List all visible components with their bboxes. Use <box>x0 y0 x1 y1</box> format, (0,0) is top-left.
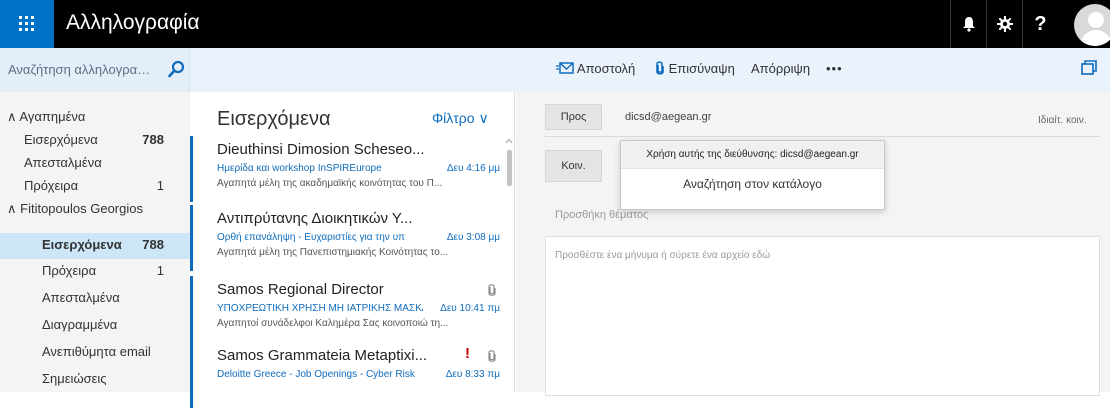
send-button[interactable]: Αποστολή <box>556 61 635 76</box>
message-subject: Deloitte Greece - Job Openings - Cyber R… <box>217 369 415 380</box>
discard-button[interactable]: Απόρριψη <box>751 61 810 76</box>
folder-label: Απεσταλμένα <box>42 290 120 305</box>
unread-indicator <box>190 205 193 271</box>
message-item[interactable]: Dieuthinsi Dimosion Scheseo... Ημερίδα κ… <box>190 136 510 202</box>
attach-label: Επισύναψη <box>668 61 735 76</box>
folder-sent[interactable]: Απεσταλμένα <box>0 287 190 311</box>
message-body-placeholder: Προσθέστε ένα μήνυμα ή σύρετε ένα αρχείο… <box>555 250 771 261</box>
important-icon: ! <box>465 345 470 362</box>
notifications-button[interactable] <box>950 0 986 48</box>
divider <box>621 168 884 169</box>
message-subject: Ορθή επανάληψη - Ευχαριστίες για την υπ <box>217 232 405 243</box>
folder-label: Απεσταλμένα <box>24 155 102 170</box>
collapse-icon: ∧ <box>7 109 20 124</box>
list-title: Εισερχόμενα <box>217 108 331 130</box>
folder-pane: ∧ Αγαπημένα Εισερχόμενα 788 Απεσταλμένα … <box>0 92 190 392</box>
search-icon[interactable] <box>168 60 185 78</box>
folder-label: Σημειώσεις <box>42 371 107 386</box>
settings-button[interactable] <box>986 0 1022 48</box>
paperclip-icon <box>488 284 496 296</box>
message-time: Δευ 3:08 μμ <box>446 232 500 243</box>
app-launcher-icon <box>19 16 34 31</box>
folder-inbox-favorite[interactable]: Εισερχόμενα 788 <box>0 129 190 153</box>
favorites-group[interactable]: ∧ Αγαπημένα <box>0 106 190 130</box>
message-time: Δευ 4:16 μμ <box>446 163 500 174</box>
message-preview: Αγαπητά μέλη της Πανεπιστημιακής Κοινότη… <box>217 247 449 258</box>
bell-icon <box>962 17 975 32</box>
message-sender: Samos Regional Director <box>217 281 384 298</box>
unread-count: 788 <box>142 237 164 252</box>
folder-drafts[interactable]: Πρόχειρα 1 <box>0 260 190 284</box>
paperclip-icon <box>488 350 496 362</box>
draft-count: 1 <box>156 178 164 193</box>
top-bar: Αλληλογραφία ? <box>0 0 1110 48</box>
cc-button[interactable]: Κοιν. <box>545 150 602 182</box>
message-item[interactable]: Αντιπρύτανης Διοικητικών Υ... Ορθή επανά… <box>190 205 510 271</box>
message-sender: Samos Grammateia Metaptixi... <box>217 347 428 364</box>
unread-indicator <box>190 342 193 408</box>
account-label: Fititopoulos Georgios <box>20 201 143 216</box>
unread-count: 788 <box>142 132 164 147</box>
send-label: Αποστολή <box>576 61 636 76</box>
more-actions-button[interactable]: ••• <box>826 61 843 76</box>
folder-label: Διαγραμμένα <box>42 317 118 332</box>
to-button[interactable]: Προς <box>545 104 602 130</box>
use-address-option[interactable]: Χρήση αυτής της διεύθυνσης: dicsd@aegean… <box>621 141 884 168</box>
gear-icon <box>996 16 1013 32</box>
folder-label: Πρόχειρα <box>24 178 79 193</box>
folder-deleted[interactable]: Διαγραμμένα <box>0 314 190 338</box>
scroll-up-icon[interactable] <box>505 138 513 144</box>
folder-label: Πρόχειρα <box>42 263 97 278</box>
avatar[interactable] <box>1074 4 1110 46</box>
folder-notes[interactable]: Σημειώσεις <box>0 368 190 392</box>
message-sender: Dieuthinsi Dimosion Scheseo... <box>217 141 425 158</box>
popout-icon[interactable] <box>1081 60 1097 75</box>
help-icon: ? <box>1034 12 1047 35</box>
app-title: Αλληλογραφία <box>66 11 200 34</box>
send-icon <box>556 62 574 74</box>
message-preview: Αγαπητοί συνάδελφοι Καλημέρα Σας κοινοπο… <box>217 318 449 329</box>
filter-button[interactable]: Φίλτρο ∨ <box>432 110 489 127</box>
to-field-underline <box>545 136 1100 137</box>
message-time: Δευ 8:33 πμ <box>445 369 500 380</box>
paperclip-icon <box>656 61 664 75</box>
folder-drafts-favorite[interactable]: Πρόχειρα 1 <box>0 175 190 199</box>
folder-junk[interactable]: Ανεπιθύμητα email <box>0 341 190 365</box>
recipient-suggestions: Χρήση αυτής της διεύθυνσης: dicsd@aegean… <box>620 140 885 210</box>
message-time: Δευ 10:41 πμ <box>440 303 500 314</box>
unread-indicator <box>190 276 193 342</box>
account-group[interactable]: ∧ Fititopoulos Georgios <box>0 198 190 222</box>
message-subject: ΥΠΟΧΡΕΩΤΙΚΗ ΧΡΗΣΗ ΜΗ ΙΑΤΡΙΚΗΣ ΜΑΣΚΑ <box>217 303 423 314</box>
list-scrollbar-thumb[interactable] <box>507 150 512 186</box>
to-field[interactable]: dicsd@aegean.gr <box>625 111 711 123</box>
search-input[interactable]: Αναζήτηση αλληλογραφί... <box>8 62 158 77</box>
draft-count: 1 <box>156 263 164 278</box>
search-directory-option[interactable]: Αναζήτηση στον κατάλογο <box>621 177 884 191</box>
bcc-button[interactable]: Ιδιαίτ. κοιν. <box>1038 115 1087 126</box>
search-box[interactable]: Αναζήτηση αλληλογραφί... <box>0 48 190 92</box>
collapse-icon: ∧ <box>7 201 21 216</box>
attach-button[interactable]: Επισύναψη <box>655 61 735 76</box>
folder-label: Αγαπημένα <box>19 109 86 124</box>
message-subject: Ημερίδα και workshop InSPIREurope <box>217 163 382 174</box>
folder-label: Εισερχόμενα <box>24 132 98 147</box>
folder-label: Εισερχόμενα <box>42 237 122 252</box>
message-preview: Αγαπητά μέλη της ακαδημαϊκής κοινότητας … <box>217 178 443 189</box>
app-launcher-button[interactable] <box>0 0 54 48</box>
folder-label: Ανεπιθύμητα email <box>42 344 151 359</box>
subject-input[interactable]: Προσθήκη θέματος <box>555 209 648 221</box>
message-item[interactable]: Samos Grammateia Metaptixi... ! Deloitte… <box>190 342 510 408</box>
discard-label: Απόρριψη <box>751 61 811 76</box>
folder-inbox[interactable]: Εισερχόμενα 788 <box>0 233 190 259</box>
folder-sent-favorite[interactable]: Απεσταλμένα <box>0 152 190 176</box>
message-sender: Αντιπρύτανης Διοικητικών Υ... <box>217 210 413 227</box>
more-icon: ••• <box>826 61 843 76</box>
help-button[interactable]: ? <box>1022 0 1058 48</box>
unread-indicator <box>190 136 193 202</box>
message-item[interactable]: Samos Regional Director ΥΠΟΧΡΕΩΤΙΚΗ ΧΡΗΣ… <box>190 276 510 342</box>
